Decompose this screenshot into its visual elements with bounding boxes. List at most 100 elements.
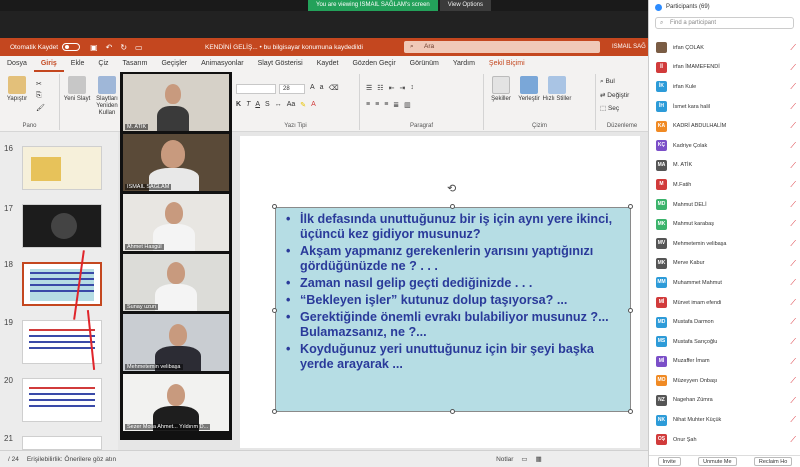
- tab-home[interactable]: Giriş: [33, 56, 64, 72]
- tab-record[interactable]: Kaydet: [310, 56, 346, 72]
- bold-icon[interactable]: K: [236, 101, 241, 109]
- participant-row[interactable]: MS Mustafa Sarıçoğlu ⟋: [649, 332, 800, 352]
- align-center-icon[interactable]: ≡: [375, 101, 379, 109]
- autosave-toggle[interactable]: [62, 43, 81, 51]
- reclaim-host-button[interactable]: Reclaim Ho: [753, 457, 793, 466]
- participant-row[interactable]: Mİ Mürvet imam efendi ⟋: [649, 293, 800, 313]
- align-left-icon[interactable]: ≡: [366, 101, 370, 109]
- resize-handle[interactable]: [628, 308, 633, 313]
- highlight-icon[interactable]: ✎: [300, 101, 306, 109]
- numbering-icon[interactable]: ☷: [377, 84, 383, 92]
- participant-row[interactable]: MM Muhammet Mahmut ⟋: [649, 273, 800, 293]
- resize-handle[interactable]: [450, 204, 455, 209]
- participant-row[interactable]: KA KADRİ ABDULHALİM ⟋: [649, 116, 800, 136]
- line-spacing-icon[interactable]: ↕: [410, 84, 414, 92]
- slide-thumbnail-18[interactable]: [22, 262, 102, 306]
- rotate-handle-icon[interactable]: ⟲: [447, 182, 456, 195]
- arrange-button[interactable]: Yerleştir: [514, 76, 544, 103]
- participant-row[interactable]: MD Mahmut DELİ ⟋: [649, 195, 800, 215]
- slide-thumbnail-21[interactable]: [22, 436, 102, 450]
- tab-transitions[interactable]: Geçişler: [154, 56, 194, 72]
- video-tile[interactable]: Sezer Molla Ahmet... Yıldırım D...: [123, 374, 229, 431]
- bullets-icon[interactable]: ☰: [366, 84, 372, 92]
- resize-handle[interactable]: [628, 204, 633, 209]
- quick-styles-button[interactable]: Hızlı Stiller: [542, 76, 572, 103]
- slide-text-box[interactable]: • İlk defasında unuttuğunuz bir iş için a…: [275, 207, 631, 412]
- format-painter-icon[interactable]: 🖌: [36, 104, 45, 112]
- participant-row[interactable]: NZ Nagehan Zümra ⟋: [649, 391, 800, 411]
- strikethrough-icon[interactable]: S: [265, 101, 270, 109]
- tab-file[interactable]: Dosya: [0, 56, 34, 72]
- unmute-me-button[interactable]: Unmute Me: [698, 457, 737, 466]
- participant-row[interactable]: MV Mehmetemin velibaşa ⟋: [649, 234, 800, 254]
- participant-row[interactable]: M M.Fatih ⟋: [649, 175, 800, 195]
- participant-row[interactable]: İİ irfan İMAMEFENDİ ⟋: [649, 58, 800, 78]
- columns-icon[interactable]: ▥: [404, 101, 411, 109]
- participant-row[interactable]: MK Mahmut karabaş ⟋: [649, 214, 800, 234]
- view-normal-icon[interactable]: ▭: [521, 455, 527, 463]
- resize-handle[interactable]: [272, 308, 277, 313]
- underline-icon[interactable]: A: [255, 101, 260, 109]
- tab-insert[interactable]: Ekle: [64, 56, 92, 72]
- video-tile[interactable]: Sunay uzun: [123, 254, 229, 311]
- change-case-icon[interactable]: Aa: [287, 101, 296, 109]
- start-slideshow-icon[interactable]: ▭: [135, 43, 143, 52]
- tab-animations[interactable]: Animasyonlar: [194, 56, 250, 72]
- notes-button[interactable]: Notlar: [496, 456, 513, 463]
- account-name[interactable]: ISMAIL SAĞ: [612, 44, 646, 50]
- participant-search-input[interactable]: ⌕ Find a participant: [655, 17, 794, 29]
- tab-design[interactable]: Tasarım: [116, 56, 155, 72]
- tab-review[interactable]: Gözden Geçir: [345, 56, 402, 72]
- participant-row[interactable]: Mİ Muzaffer İmam ⟋: [649, 352, 800, 372]
- replace-button[interactable]: ⇄ Değiştir: [600, 91, 629, 99]
- shapes-button[interactable]: Şekiller: [486, 76, 516, 103]
- increase-indent-icon[interactable]: ⇥: [399, 84, 405, 92]
- participant-row[interactable]: irfan ÇOLAK ⟋: [649, 38, 800, 58]
- resize-handle[interactable]: [450, 409, 455, 414]
- clear-format-icon[interactable]: ⌫: [329, 84, 339, 92]
- align-right-icon[interactable]: ≡: [384, 101, 388, 109]
- resize-handle[interactable]: [272, 409, 277, 414]
- redo-icon[interactable]: ↻: [120, 43, 127, 52]
- participant-row[interactable]: İK irfan Kule ⟋: [649, 77, 800, 97]
- participant-row[interactable]: İH İsmet kara halil ⟋: [649, 97, 800, 117]
- reuse-slides-button[interactable]: Slaytları Yeniden Kullan: [92, 76, 122, 117]
- cut-icon[interactable]: ✂: [36, 80, 45, 88]
- participant-row[interactable]: MO Müzeyyen Onbaşı ⟋: [649, 371, 800, 391]
- slide-thumbnail-17[interactable]: [22, 204, 102, 248]
- shrink-font-icon[interactable]: a: [320, 84, 324, 92]
- video-tile[interactable]: M. ATİK: [123, 74, 229, 131]
- slide-thumbnail-20[interactable]: [22, 378, 102, 422]
- decrease-indent-icon[interactable]: ⇤: [389, 84, 395, 92]
- resize-handle[interactable]: [628, 409, 633, 414]
- tab-draw[interactable]: Çiz: [91, 56, 115, 72]
- participant-row[interactable]: MD Mustafa Darmon ⟋: [649, 312, 800, 332]
- document-title[interactable]: KENDİNİ GELİŞ... • bu bilgisayar konumun…: [205, 44, 363, 51]
- select-button[interactable]: ⬚ Seç: [600, 104, 619, 112]
- tab-shape-format[interactable]: Şekil Biçimi: [482, 56, 532, 72]
- new-slide-button[interactable]: Yeni Slayt: [62, 76, 92, 103]
- participant-row[interactable]: MK Merve Kabur ⟋: [649, 254, 800, 274]
- find-button[interactable]: ⌕ Bul: [600, 78, 615, 86]
- invite-button[interactable]: Invite: [657, 457, 681, 466]
- font-name-select[interactable]: [236, 84, 276, 94]
- justify-icon[interactable]: ≣: [393, 101, 399, 109]
- autosave[interactable]: Otomatik Kaydet: [10, 43, 81, 51]
- view-sorter-icon[interactable]: ▦: [536, 455, 542, 463]
- font-size-select[interactable]: 28: [279, 84, 305, 94]
- tab-view[interactable]: Görünüm: [403, 56, 446, 72]
- tab-help[interactable]: Yardım: [446, 56, 482, 72]
- participant-row[interactable]: KÇ Kadriye Çolak ⟋: [649, 136, 800, 156]
- participant-row[interactable]: OŞ Onur Şah ⟋: [649, 430, 800, 450]
- slide-thumbnail-16[interactable]: [22, 146, 102, 190]
- tab-slideshow[interactable]: Slayt Gösterisi: [251, 56, 310, 72]
- video-tile[interactable]: ISMAIL SAĞLAM: [123, 134, 229, 191]
- undo-icon[interactable]: ↶: [106, 43, 113, 52]
- italic-icon[interactable]: T: [246, 101, 250, 109]
- participant-row[interactable]: MA M. ATİK ⟋: [649, 156, 800, 176]
- character-spacing-icon[interactable]: ↔: [275, 101, 282, 109]
- save-icon[interactable]: ▣: [90, 43, 98, 52]
- paste-button[interactable]: Yapıştır: [2, 76, 32, 103]
- video-tile[interactable]: Mehmetemin velibaşa: [123, 314, 229, 371]
- accessibility-status[interactable]: Erişilebilirlik: Önerilere göz atın: [27, 456, 116, 463]
